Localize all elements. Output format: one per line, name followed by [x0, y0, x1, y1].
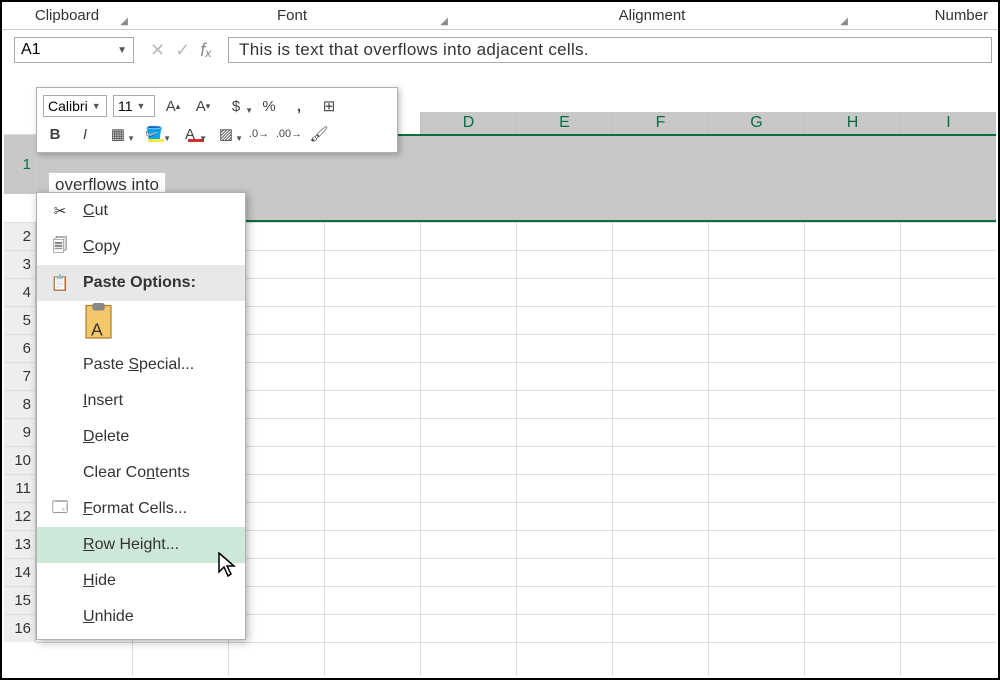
row-header[interactable]: 8 — [4, 390, 36, 418]
row-header[interactable]: 2 — [4, 222, 36, 250]
column-header[interactable]: E — [516, 112, 612, 134]
ribbon-group-font: Font — [277, 7, 307, 24]
mini-toolbar: Calibri▼ 11▼ A▴ A▾ $▼ % , ⊞ B I ▦▼ 🪣▼ A▼… — [36, 87, 398, 153]
menu-item-paste-special[interactable]: Paste Special... — [37, 347, 245, 383]
menu-item-clear-contents[interactable]: Clear Contents — [37, 455, 245, 491]
column-header[interactable]: H — [804, 112, 900, 134]
chevron-down-icon[interactable]: ▼ — [133, 101, 146, 111]
formula-bar-row: A1 ▼ ✕ ✓ fₓ This is text that overflows … — [2, 30, 998, 68]
ribbon-group-clipboard: Clipboard — [35, 7, 99, 24]
context-menu: ✂ Cut 🗐 Copy 📋 Paste Options: A Paste Sp… — [36, 192, 246, 640]
dialog-launcher-icon[interactable]: ◢ — [120, 16, 128, 27]
chevron-down-icon[interactable]: ▼ — [88, 101, 101, 111]
paste-option-default[interactable]: A — [81, 303, 121, 343]
name-box-value: A1 — [21, 41, 41, 59]
copy-icon: 🗐 — [49, 235, 71, 260]
column-header[interactable]: F — [612, 112, 708, 134]
row-header[interactable]: 14 — [4, 558, 36, 586]
menu-item-insert[interactable]: Insert — [37, 383, 245, 419]
merge-center-icon[interactable]: ⊞ — [317, 95, 341, 117]
ribbon-group-labels: Clipboard ◢ Font ◢ Alignment ◢ Number — [2, 2, 998, 30]
ribbon-group-number: Number — [935, 7, 988, 24]
bold-icon[interactable]: B — [43, 123, 67, 145]
border-style-icon[interactable]: ▨▼ — [211, 123, 241, 145]
row-header[interactable]: 9 — [4, 418, 36, 446]
font-color-icon[interactable]: A▼ — [175, 123, 205, 145]
formula-bar-input[interactable]: This is text that overflows into adjacen… — [228, 37, 992, 63]
format-painter-icon[interactable]: 🖌 — [307, 123, 331, 145]
percent-format-icon[interactable]: % — [257, 95, 281, 117]
increase-decimal-icon[interactable]: .0→ — [247, 123, 271, 145]
row-header[interactable]: 11 — [4, 474, 36, 502]
fill-color-icon[interactable]: 🪣▼ — [139, 123, 169, 145]
name-box[interactable]: A1 ▼ — [14, 37, 134, 63]
clipboard-icon: 📋 — [49, 274, 71, 292]
menu-item-row-height[interactable]: Row Height... — [37, 527, 245, 563]
font-name-field[interactable]: Calibri▼ — [43, 95, 107, 117]
dialog-launcher-icon[interactable]: ◢ — [440, 16, 448, 27]
column-header[interactable]: D — [420, 112, 516, 134]
row-header-column: 1 2 3 4 5 6 7 8 9 10 11 12 13 14 15 16 — [4, 194, 36, 642]
menu-item-hide[interactable]: Hide — [37, 563, 245, 599]
svg-text:A: A — [91, 320, 103, 340]
enter-icon[interactable]: ✓ — [175, 40, 190, 61]
column-header[interactable]: I — [900, 112, 996, 134]
row-header[interactable]: 6 — [4, 334, 36, 362]
ribbon-group-alignment: Alignment — [619, 7, 686, 24]
chevron-down-icon[interactable]: ▼ — [117, 45, 127, 56]
accounting-format-icon[interactable]: $▼ — [221, 95, 251, 117]
row-header[interactable]: 16 — [4, 614, 36, 642]
format-cells-icon: 🗔 — [49, 497, 71, 522]
app-window: Clipboard ◢ Font ◢ Alignment ◢ Number A1… — [0, 0, 1000, 680]
menu-item-cut[interactable]: ✂ Cut — [37, 193, 245, 229]
dialog-launcher-icon[interactable]: ◢ — [840, 16, 848, 27]
comma-format-icon[interactable]: , — [287, 95, 311, 117]
decrease-decimal-icon[interactable]: .00→ — [277, 123, 301, 145]
menu-item-copy[interactable]: 🗐 Copy — [37, 229, 245, 265]
increase-font-icon[interactable]: A▴ — [161, 95, 185, 117]
borders-icon[interactable]: ▦▼ — [103, 123, 133, 145]
row-header[interactable]: 7 — [4, 362, 36, 390]
fx-icon[interactable]: fₓ — [200, 40, 212, 61]
row-header[interactable]: 3 — [4, 250, 36, 278]
menu-item-delete[interactable]: Delete — [37, 419, 245, 455]
row-header[interactable]: 1 — [4, 134, 36, 194]
row-header[interactable]: 15 — [4, 586, 36, 614]
row-header[interactable]: 13 — [4, 530, 36, 558]
italic-icon[interactable]: I — [73, 123, 97, 145]
font-size-field[interactable]: 11▼ — [113, 95, 155, 117]
row-header[interactable]: 12 — [4, 502, 36, 530]
formula-bar-text: This is text that overflows into adjacen… — [239, 40, 589, 59]
row-header[interactable]: 5 — [4, 306, 36, 334]
cancel-icon[interactable]: ✕ — [150, 40, 165, 61]
scissors-icon: ✂ — [49, 202, 71, 220]
column-header[interactable]: G — [708, 112, 804, 134]
decrease-font-icon[interactable]: A▾ — [191, 95, 215, 117]
menu-item-format-cells[interactable]: 🗔 Format Cells... — [37, 491, 245, 527]
row-header[interactable]: 4 — [4, 278, 36, 306]
row-header[interactable]: 10 — [4, 446, 36, 474]
menu-item-unhide[interactable]: Unhide — [37, 599, 245, 635]
menu-header-paste-options: 📋 Paste Options: — [37, 265, 245, 301]
